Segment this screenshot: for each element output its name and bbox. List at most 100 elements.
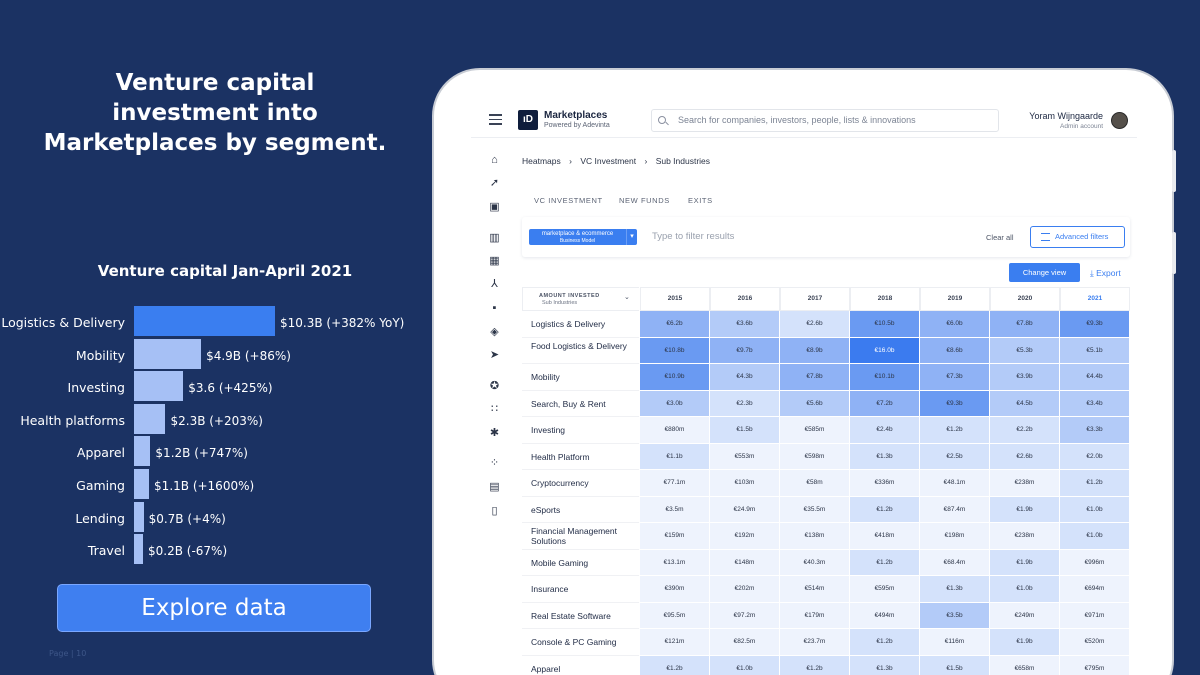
heatmap-cell[interactable]: €7.3b (920, 364, 990, 391)
year-column-header[interactable]: 2016 (710, 287, 780, 311)
heatmap-cell[interactable]: €10.5b (850, 311, 920, 338)
row-label[interactable]: Apparel (531, 664, 636, 674)
heatmap-cell[interactable]: €520m (1060, 629, 1130, 656)
year-column-header[interactable]: 2015 (640, 287, 710, 311)
heatmap-cell[interactable]: €3.0b (640, 390, 710, 417)
heatmap-cell[interactable]: €971m (1060, 602, 1130, 629)
heatmap-cell[interactable]: €9.3b (920, 390, 990, 417)
heatmap-cell[interactable]: €3.3b (1060, 417, 1130, 444)
year-column-header[interactable]: 2020 (990, 287, 1060, 311)
heatmap-cell[interactable]: €82.5m (710, 629, 780, 656)
heatmap-cell[interactable]: €7.2b (850, 390, 920, 417)
heatmap-cell[interactable]: €1.2b (640, 655, 710, 675)
news-icon[interactable]: ▤ (489, 482, 500, 493)
heatmap-cell[interactable]: €1.3b (850, 443, 920, 470)
heatmap-cell[interactable]: €10.8b (640, 337, 710, 364)
heatmap-cell[interactable]: €694m (1060, 576, 1130, 603)
heatmap-cell[interactable]: €2.6b (780, 311, 850, 338)
document-icon[interactable]: ▯ (489, 506, 500, 517)
heatmap-cell[interactable]: €68.4m (920, 549, 990, 576)
clear-all-button[interactable]: Clear all (986, 233, 1014, 242)
menu-icon[interactable] (489, 114, 502, 125)
heatmap-cell[interactable]: €2.3b (710, 390, 780, 417)
building-icon[interactable]: ▥ (489, 233, 500, 244)
heatmap-cell[interactable]: €13.1m (640, 549, 710, 576)
row-label[interactable]: Mobility (531, 372, 636, 382)
heatmap-cell[interactable]: €1.2b (920, 417, 990, 444)
table-header-dimension[interactable]: AMOUNT INVESTED Sub Industries ⌄ (522, 287, 639, 311)
heatmap-cell[interactable]: €23.7m (780, 629, 850, 656)
heatmap-cell[interactable]: €1.0b (1060, 523, 1130, 550)
buildings-icon[interactable]: ▦ (489, 256, 500, 267)
heatmap-cell[interactable]: €7.8b (780, 364, 850, 391)
heatmap-cell[interactable]: €1.2b (850, 629, 920, 656)
satellite-icon[interactable]: ✪ (489, 381, 500, 392)
heatmap-cell[interactable]: €148m (710, 549, 780, 576)
heatmap-cell[interactable]: €8.6b (920, 337, 990, 364)
row-label[interactable]: Investing (531, 425, 636, 435)
heatmap-cell[interactable]: €6.0b (920, 311, 990, 338)
heatmap-cell[interactable]: €5.3b (990, 337, 1060, 364)
avatar[interactable] (1111, 112, 1128, 129)
logo-icon[interactable]: ıD (518, 110, 538, 130)
dots-grid-icon[interactable]: ⁘ (489, 458, 500, 469)
business-model-select[interactable]: marketplace & ecommerce Business Model ▾ (529, 229, 637, 245)
heatmap-cell[interactable]: €1.0b (1060, 496, 1130, 523)
tab-vc-investment[interactable]: VC INVESTMENT (534, 196, 603, 205)
year-column-header[interactable]: 2019 (920, 287, 990, 311)
heatmap-cell[interactable]: €116m (920, 629, 990, 656)
heatmap-cell[interactable]: €9.7b (710, 337, 780, 364)
heatmap-cell[interactable]: €138m (780, 523, 850, 550)
heatmap-cell[interactable]: €5.1b (1060, 337, 1130, 364)
heatmap-cell[interactable]: €1.2b (850, 549, 920, 576)
heatmap-cell[interactable]: €418m (850, 523, 920, 550)
heatmap-cell[interactable]: €48.1m (920, 470, 990, 497)
search-input[interactable]: Search for companies, investors, people,… (651, 109, 999, 132)
network-icon[interactable]: ✱ (489, 428, 500, 439)
heatmap-cell[interactable]: €16.0b (850, 337, 920, 364)
row-label[interactable]: Financial Management Solutions (531, 526, 636, 546)
tab-exits[interactable]: EXITS (688, 196, 713, 205)
heatmap-cell[interactable]: €2.6b (990, 443, 1060, 470)
heatmap-cell[interactable]: €6.2b (640, 311, 710, 338)
change-view-button[interactable]: Change view (1009, 263, 1080, 282)
heatmap-cell[interactable]: €202m (710, 576, 780, 603)
breadcrumb-item-heatmaps[interactable]: Heatmaps (522, 156, 561, 166)
user-name[interactable]: Yoram Wijngaarde (991, 111, 1103, 121)
heatmap-cell[interactable]: €5.6b (780, 390, 850, 417)
heatmap-cell[interactable]: €1.2b (850, 496, 920, 523)
heatmap-cell[interactable]: €192m (710, 523, 780, 550)
heatmap-cell[interactable]: €9.3b (1060, 311, 1130, 338)
heatmap-cell[interactable]: €35.5m (780, 496, 850, 523)
heatmap-cell[interactable]: €658m (990, 655, 1060, 675)
year-column-header[interactable]: 2018 (850, 287, 920, 311)
heatmap-cell[interactable]: €2.5b (920, 443, 990, 470)
heatmap-cell[interactable]: €179m (780, 602, 850, 629)
tab-new-funds[interactable]: NEW FUNDS (619, 196, 670, 205)
heatmap-cell[interactable]: €3.5m (640, 496, 710, 523)
heatmap-cell[interactable]: €10.9b (640, 364, 710, 391)
heatmap-cell[interactable]: €1.9b (990, 629, 1060, 656)
heatmap-cell[interactable]: €103m (710, 470, 780, 497)
heatmap-cell[interactable]: €1.5b (710, 417, 780, 444)
heatmap-cell[interactable]: €1.0b (710, 655, 780, 675)
heatmap-cell[interactable]: €7.8b (990, 311, 1060, 338)
heatmap-cell[interactable]: €24.9m (710, 496, 780, 523)
row-label[interactable]: Food Logistics & Delivery (531, 341, 636, 351)
heatmap-cell[interactable]: €3.6b (710, 311, 780, 338)
row-label[interactable]: Cryptocurrency (531, 478, 636, 488)
home-icon[interactable]: ⌂ (489, 155, 500, 166)
heatmap-cell[interactable]: €553m (710, 443, 780, 470)
tag-icon[interactable]: ➤ (489, 350, 500, 361)
heatmap-cell[interactable]: €1.1b (640, 443, 710, 470)
heatmap-cell[interactable]: €3.5b (920, 602, 990, 629)
heatmap-cell[interactable]: €1.5b (920, 655, 990, 675)
heatmap-cell[interactable]: €249m (990, 602, 1060, 629)
bookmark-icon[interactable]: ▣ (489, 202, 500, 213)
heatmap-cell[interactable]: €58m (780, 470, 850, 497)
heatmap-cell[interactable]: €97.2m (710, 602, 780, 629)
row-label[interactable]: eSports (531, 505, 636, 515)
heatmap-cell[interactable]: €1.3b (920, 576, 990, 603)
heatmap-cell[interactable]: €598m (780, 443, 850, 470)
heatmap-cell[interactable]: €1.9b (990, 496, 1060, 523)
